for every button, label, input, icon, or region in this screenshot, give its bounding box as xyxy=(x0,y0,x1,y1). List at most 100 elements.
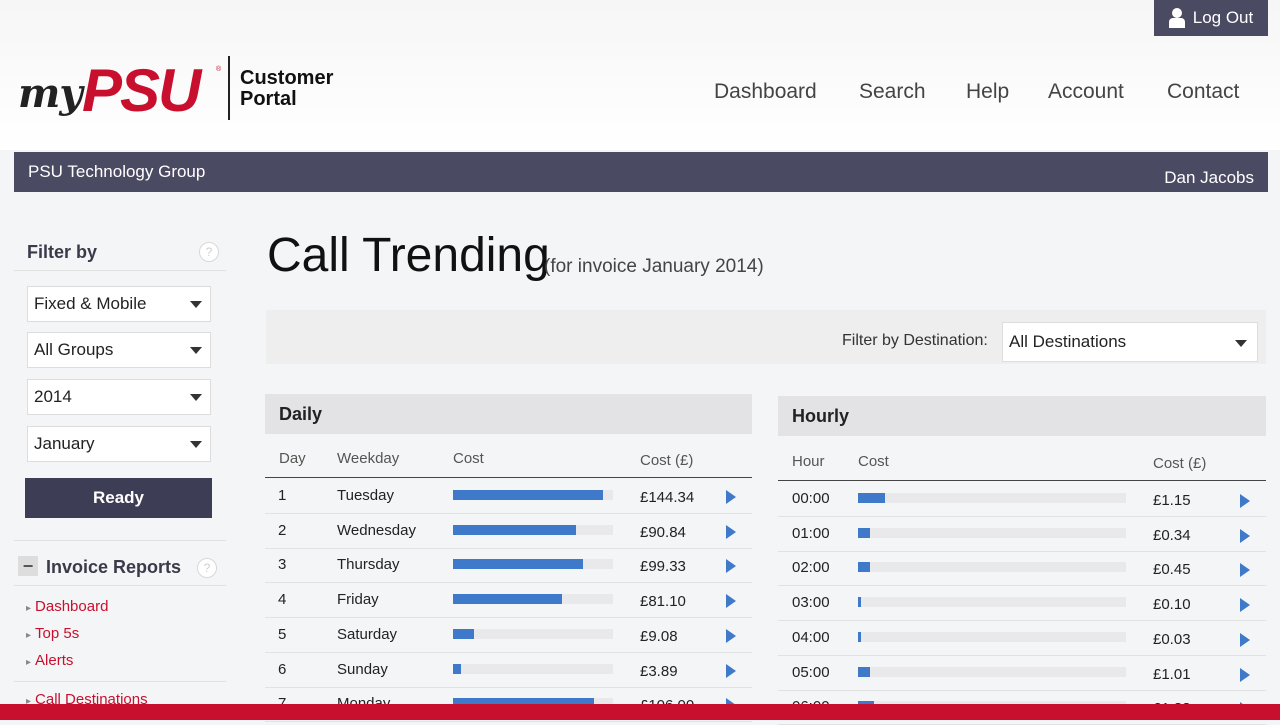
play-arrow-icon[interactable] xyxy=(726,559,736,574)
play-arrow-icon[interactable] xyxy=(1240,632,1250,647)
daily-cost-bar xyxy=(453,594,613,605)
hourly-cost-bar xyxy=(858,597,1126,608)
destination-filter-value: All Destinations xyxy=(1009,332,1127,351)
filter-help-icon[interactable]: ? xyxy=(199,242,219,262)
hourly-cost-value: £1.01 xyxy=(1153,665,1191,683)
filter-month-select[interactable]: January xyxy=(27,426,211,462)
play-arrow-icon[interactable] xyxy=(1240,667,1250,682)
daily-cost-value: £9.08 xyxy=(640,627,678,645)
filter-type-value: Fixed & Mobile xyxy=(34,294,147,313)
sidebar-link-dashboard[interactable]: ▸ Dashboard xyxy=(26,598,108,615)
bullet-icon: ▸ xyxy=(26,603,32,614)
hourly-col-cost[interactable]: Cost (£) xyxy=(1153,455,1206,472)
daily-day: 5 xyxy=(278,625,287,643)
filter-type-select[interactable]: Fixed & Mobile xyxy=(27,286,211,322)
daily-cost-bar-fill xyxy=(453,490,604,500)
collapse-icon[interactable]: − xyxy=(18,556,38,576)
daily-col-cost[interactable]: Cost (£) xyxy=(640,452,693,469)
chevron-down-icon xyxy=(1235,340,1247,347)
hourly-cost-value: £0.10 xyxy=(1153,596,1191,614)
daily-cost-bar xyxy=(453,628,613,639)
daily-day: 4 xyxy=(278,591,287,609)
daily-day: 3 xyxy=(278,556,287,574)
daily-col-weekday[interactable]: Weekday xyxy=(337,450,399,467)
daily-weekday: Wednesday xyxy=(337,521,416,539)
play-arrow-icon[interactable] xyxy=(1240,598,1250,613)
sidebar-link-label: Alerts xyxy=(35,652,74,669)
hourly-cost-bar-fill xyxy=(858,597,862,608)
footer-strip xyxy=(0,704,1280,720)
nav-search[interactable]: Search xyxy=(859,80,926,104)
nav-account[interactable]: Account xyxy=(1048,80,1124,104)
daily-cost-bar-fill xyxy=(453,663,461,674)
hourly-cost-bar-fill xyxy=(858,527,871,538)
sidebar-link-alerts[interactable]: ▸ Alerts xyxy=(26,652,73,669)
daily-cost-value: £3.89 xyxy=(640,662,678,680)
logout-button[interactable]: Log Out xyxy=(1154,0,1268,36)
daily-col-cost-bar[interactable]: Cost xyxy=(453,450,484,467)
logo-psu: PSU xyxy=(82,57,201,124)
logo-my: my xyxy=(18,70,83,117)
invoice-reports-title: Invoice Reports xyxy=(46,557,182,577)
daily-cost-bar-fill xyxy=(453,559,583,570)
destination-filter-select[interactable]: All Destinations xyxy=(1002,322,1258,362)
play-arrow-icon[interactable] xyxy=(726,490,736,504)
daily-header-rule xyxy=(265,477,752,478)
filter-year-select[interactable]: 2014 xyxy=(27,379,211,415)
filter-month-value: January xyxy=(34,434,95,453)
nav-help[interactable]: Help xyxy=(966,80,1009,104)
play-arrow-icon[interactable] xyxy=(726,594,736,609)
hourly-cost-value: £0.45 xyxy=(1153,561,1191,579)
play-arrow-icon[interactable] xyxy=(726,628,736,643)
hourly-cost-bar xyxy=(858,562,1126,573)
bullet-icon: ▸ xyxy=(26,630,32,641)
daily-cost-value: £144.34 xyxy=(640,489,695,506)
organisation-name: PSU Technology Group xyxy=(28,162,206,181)
nav-dashboard[interactable]: Dashboard xyxy=(714,80,817,104)
play-arrow-icon[interactable] xyxy=(1240,563,1250,578)
play-arrow-icon[interactable] xyxy=(726,663,736,678)
hourly-hour: 03:00 xyxy=(792,594,830,612)
daily-cost-value: £99.33 xyxy=(640,558,686,576)
logout-label: Log Out xyxy=(1192,8,1254,27)
organisation-bar: PSU Technology Group Dan Jacobs xyxy=(14,152,1268,192)
hourly-col-hour[interactable]: Hour xyxy=(792,453,825,470)
portal-label: Customer Portal xyxy=(240,68,360,110)
daily-panel-header: Daily xyxy=(265,394,752,434)
sidebar-divider xyxy=(14,585,226,586)
daily-weekday: Sunday xyxy=(337,660,388,678)
sidebar-link-label: Top 5s xyxy=(35,625,80,642)
hourly-hour: 01:00 xyxy=(792,524,830,542)
ready-button[interactable]: Ready xyxy=(25,478,212,518)
play-arrow-icon[interactable] xyxy=(1240,494,1250,508)
hourly-cost-value: £0.34 xyxy=(1153,526,1191,544)
hourly-cost-bar-fill xyxy=(858,631,861,642)
nav-contact[interactable]: Contact xyxy=(1167,80,1239,104)
daily-day: 2 xyxy=(278,521,287,539)
portal-label-line2: Portal xyxy=(240,88,297,110)
daily-weekday: Saturday xyxy=(337,625,398,643)
hourly-hour: 04:00 xyxy=(792,628,830,646)
logo-registered-mark: ® xyxy=(216,66,222,73)
chevron-down-icon xyxy=(190,441,202,448)
daily-weekday: Tuesday xyxy=(337,487,394,504)
destination-filter-label: Filter by Destination: xyxy=(842,332,988,349)
filter-group-value: All Groups xyxy=(34,340,114,359)
play-arrow-icon[interactable] xyxy=(1240,528,1250,543)
daily-cost-value: £81.10 xyxy=(640,593,686,611)
hourly-col-cost-bar[interactable]: Cost xyxy=(858,453,889,470)
hourly-hour: 02:00 xyxy=(792,559,830,577)
sidebar-link-top5s[interactable]: ▸ Top 5s xyxy=(26,625,79,642)
logo-divider xyxy=(228,56,230,120)
daily-day: 6 xyxy=(278,660,287,678)
row-divider xyxy=(265,721,752,723)
play-arrow-icon[interactable] xyxy=(726,524,736,539)
hourly-cost-value: £0.03 xyxy=(1153,630,1191,648)
daily-weekday: Friday xyxy=(337,591,379,609)
filter-group-select[interactable]: All Groups xyxy=(27,332,211,368)
invoice-reports-help-icon[interactable]: ? xyxy=(197,558,217,578)
filter-by-title: Filter by xyxy=(27,242,98,262)
daily-col-day[interactable]: Day xyxy=(279,450,306,467)
sidebar-divider xyxy=(14,681,226,682)
hourly-cost-bar xyxy=(858,666,1126,677)
